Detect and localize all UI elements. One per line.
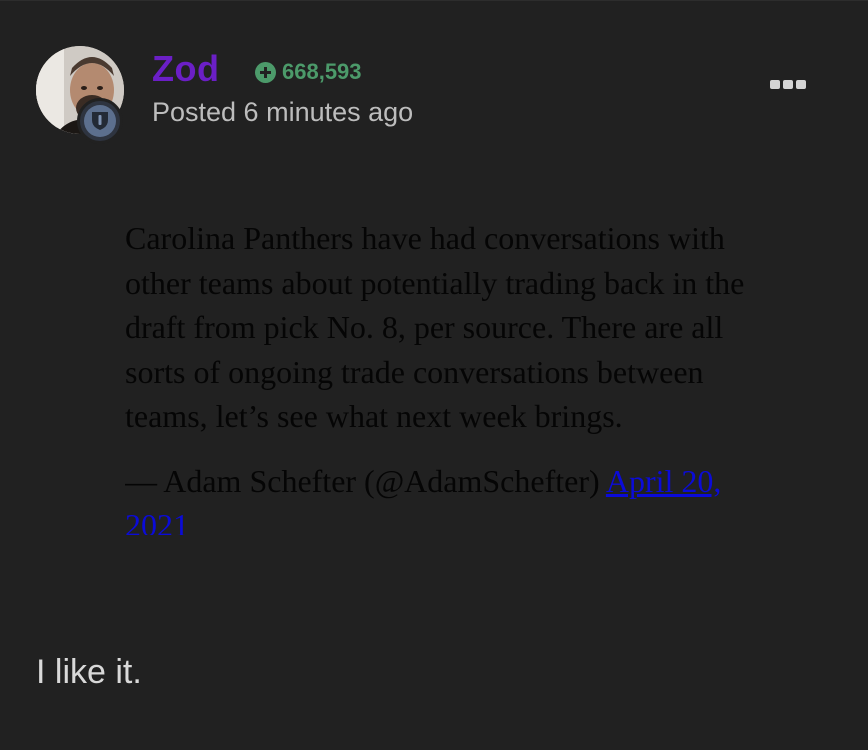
shield-badge-icon [84, 105, 116, 137]
forum-post: Zod 668,593 Posted 6 minutes ago Carolin… [0, 0, 868, 750]
author-name[interactable]: Zod [152, 49, 219, 89]
plus-circle-icon [255, 61, 276, 83]
more-options-button[interactable] [766, 73, 810, 95]
tweet-attribution: — Adam Schefter (@AdamSchefter) April 20… [125, 459, 765, 535]
tweet-author: — Adam Schefter (@AdamSchefter) [125, 462, 606, 499]
more-options-icon [796, 79, 806, 89]
member-badge [77, 98, 123, 144]
post-comment: I like it. [36, 653, 142, 691]
post-timestamp: Posted 6 minutes ago [152, 97, 414, 127]
embedded-tweet: Carolina Panthers have had conversations… [125, 216, 765, 535]
tweet-text: Carolina Panthers have had conversations… [125, 220, 745, 434]
author-avatar-wrap[interactable] [36, 46, 124, 144]
more-options-icon [770, 79, 780, 89]
more-options-icon [783, 79, 793, 89]
reputation-value: 668,593 [282, 59, 362, 84]
reputation-count[interactable]: 668,593 [255, 59, 362, 85]
